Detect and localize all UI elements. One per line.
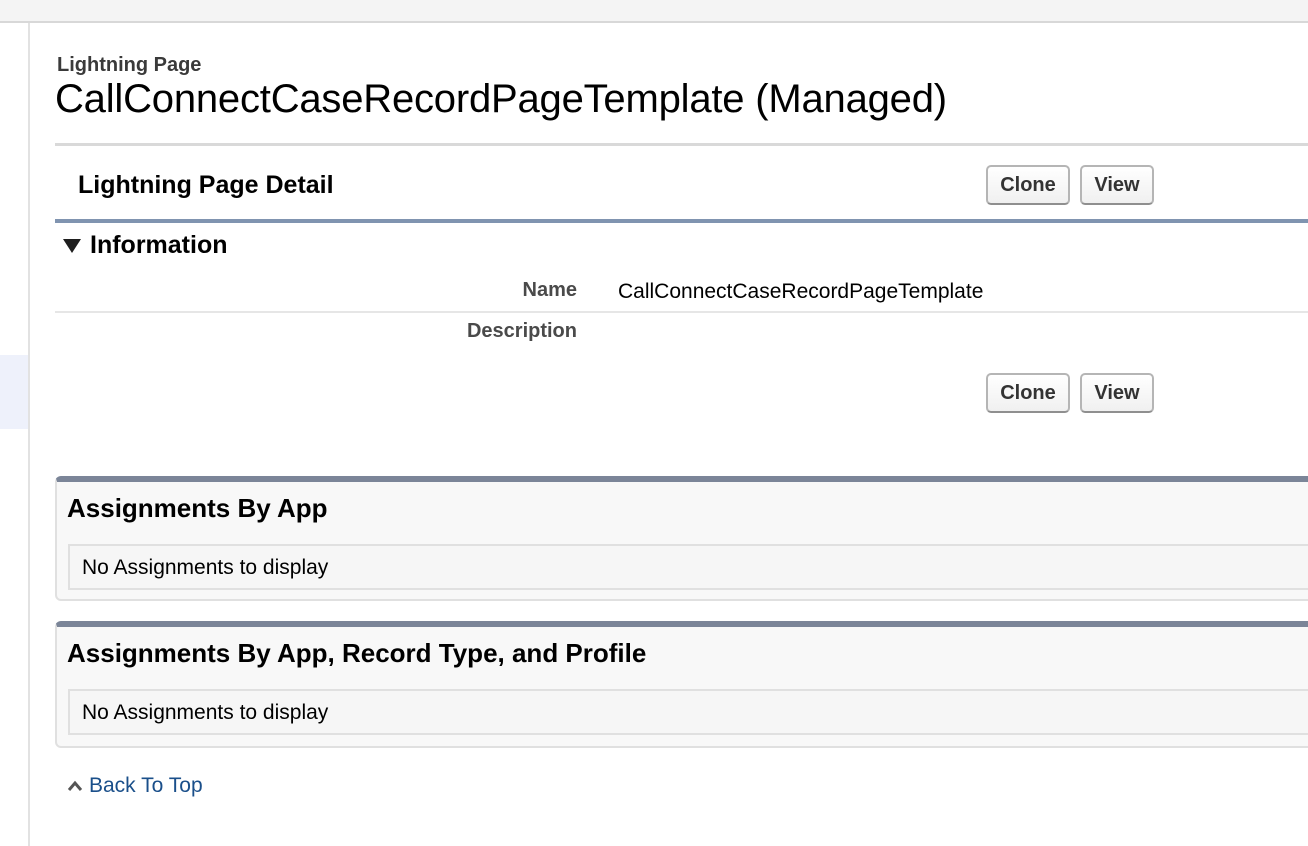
information-section-title[interactable]: Information — [90, 231, 228, 260]
empty-state-row: No Assignments to display — [68, 544, 1308, 590]
page-type-label: Lightning Page — [57, 54, 202, 76]
triangle-down-icon[interactable] — [61, 236, 83, 256]
detail-section-title: Lightning Page Detail — [78, 171, 334, 199]
name-field-label: Name — [522, 279, 577, 301]
back-to-top-label: Back To Top — [89, 774, 203, 797]
left-sidebar — [0, 23, 30, 846]
field-divider — [55, 311, 1308, 313]
back-to-top-link[interactable]: Back To Top — [67, 774, 203, 798]
sidebar-selected-item[interactable] — [0, 355, 28, 429]
clone-button-bottom[interactable]: Clone — [986, 373, 1070, 413]
view-button-top[interactable]: View — [1080, 165, 1154, 205]
name-field-value: CallConnectCaseRecordPageTemplate — [618, 280, 984, 303]
empty-state-text: No Assignments to display — [82, 556, 329, 579]
related-list-title: Assignments By App, Record Type, and Pro… — [67, 638, 647, 668]
chevron-up-icon — [67, 781, 83, 792]
related-list-title: Assignments By App — [67, 493, 328, 523]
top-bar — [0, 0, 1308, 23]
empty-state-row: No Assignments to display — [68, 689, 1308, 735]
related-list-assignments-by-app: Assignments By App No Assignments to dis… — [55, 476, 1308, 601]
detail-divider — [55, 219, 1308, 223]
page-title: CallConnectCaseRecordPageTemplate (Manag… — [55, 77, 947, 121]
view-button-bottom[interactable]: View — [1080, 373, 1154, 413]
related-list-assignments-by-profile: Assignments By App, Record Type, and Pro… — [55, 621, 1308, 748]
clone-button-top[interactable]: Clone — [986, 165, 1070, 205]
empty-state-text: No Assignments to display — [82, 701, 329, 724]
title-divider — [55, 143, 1308, 146]
description-field-label: Description — [466, 320, 577, 342]
